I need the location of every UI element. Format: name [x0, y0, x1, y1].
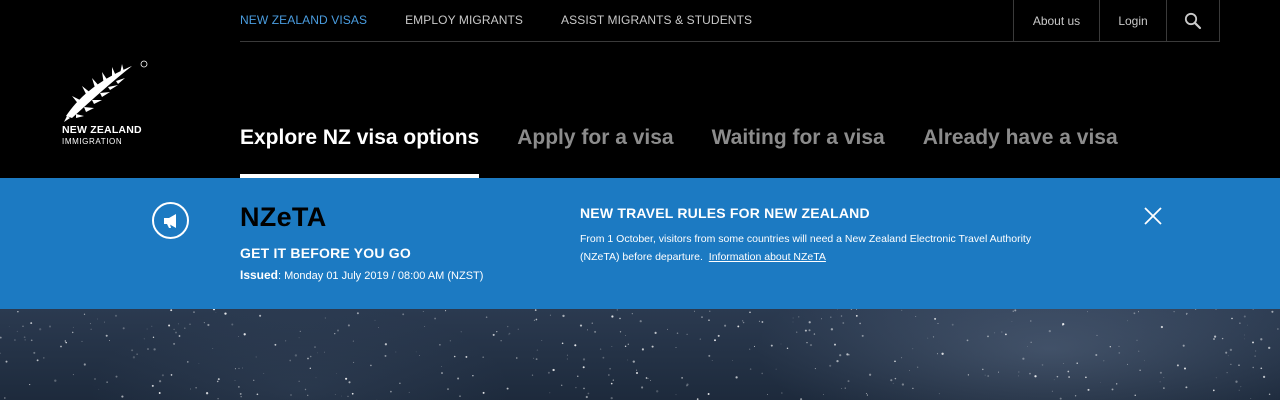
search-icon — [1184, 12, 1202, 29]
hero-starfield-image — [0, 309, 1280, 400]
top-nav: NEW ZEALAND VISAS EMPLOY MIGRANTS ASSIST… — [240, 0, 790, 40]
top-nav-assist-migrants[interactable]: ASSIST MIGRANTS & STUDENTS — [561, 13, 752, 27]
logo-subtitle: IMMIGRATION — [62, 137, 123, 146]
notice-title: NEW TRAVEL RULES FOR NEW ZEALAND — [580, 205, 870, 221]
tab-apply-for-a-visa[interactable]: Apply for a visa — [517, 110, 673, 178]
nzeta-info-link[interactable]: Information about NZeTA — [709, 251, 826, 263]
top-nav-new-zealand-visas[interactable]: NEW ZEALAND VISAS — [240, 13, 367, 27]
search-button[interactable] — [1166, 0, 1220, 41]
tab-explore-nz-visa-options[interactable]: Explore NZ visa options — [240, 110, 480, 178]
alert-subtitle: GET IT BEFORE YOU GO — [240, 245, 411, 261]
alert-banner: NZeTA GET IT BEFORE YOU GO Issued: Monda… — [0, 178, 1280, 309]
starfield — [0, 309, 1279, 400]
main-nav: Explore NZ visa options Apply for a visa… — [240, 110, 1156, 178]
alert-issued-date: Issued: Monday 01 July 2019 / 08:00 AM (… — [240, 268, 483, 282]
issued-label: Issued — [240, 268, 279, 282]
issued-value: : Monday 01 July 2019 / 08:00 AM (NZST) — [278, 270, 484, 282]
megaphone-icon — [152, 202, 189, 239]
notice-body: From 1 October, visitors from some count… — [580, 230, 1050, 266]
tab-waiting-for-a-visa[interactable]: Waiting for a visa — [712, 110, 885, 178]
login-link[interactable]: Login — [1099, 0, 1166, 41]
site-header: NEW ZEALAND IMMIGRATION NEW ZEALAND VISA… — [0, 0, 1280, 178]
alert-title: NZeTA — [240, 202, 327, 232]
top-nav-employ-migrants[interactable]: EMPLOY MIGRANTS — [405, 13, 523, 27]
about-us-link[interactable]: About us — [1013, 0, 1099, 41]
utility-nav: About us Login — [1013, 0, 1220, 41]
logo-title: NEW ZEALAND — [62, 124, 142, 136]
close-icon[interactable] — [1142, 205, 1164, 227]
top-nav-divider — [240, 41, 1220, 42]
tab-already-have-a-visa[interactable]: Already have a visa — [923, 110, 1118, 178]
